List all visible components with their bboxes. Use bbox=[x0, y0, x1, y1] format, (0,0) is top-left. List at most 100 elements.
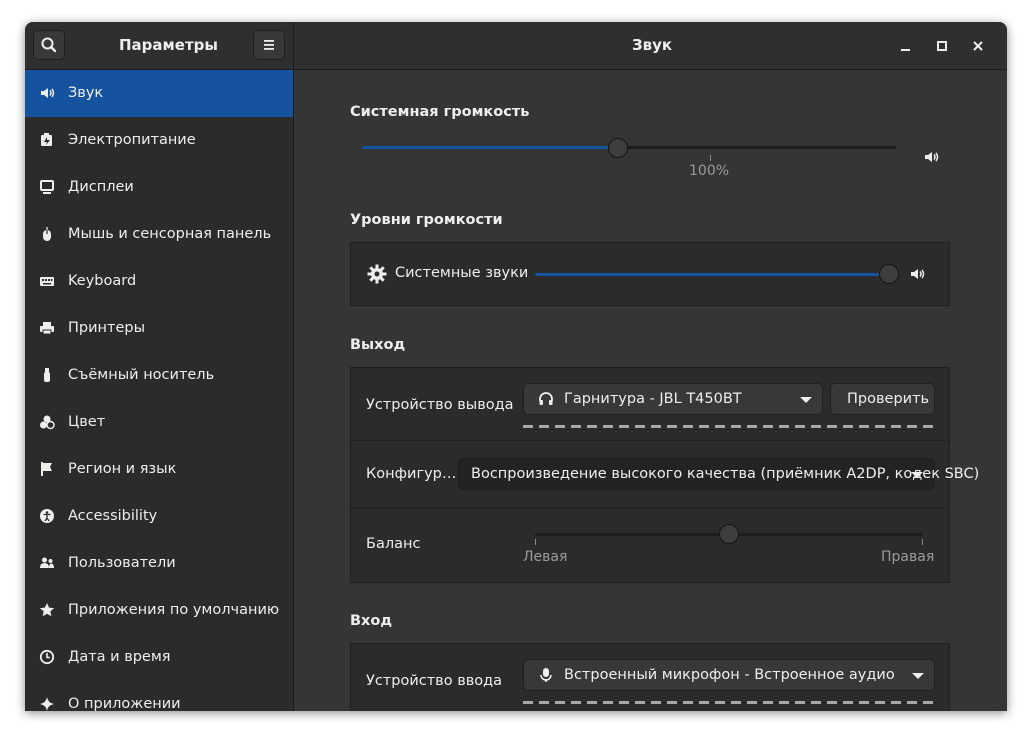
configuration-label: Конфигур… bbox=[366, 466, 457, 482]
sidebar-item-region[interactable]: Регион и язык bbox=[25, 446, 293, 493]
sidebar-item-color[interactable]: Цвет bbox=[25, 399, 293, 446]
slider-knob[interactable] bbox=[719, 524, 739, 544]
slider-fill bbox=[535, 273, 889, 276]
sidebar-item-label: Регион и язык bbox=[68, 461, 177, 477]
volume-levels-frame: Системные звуки bbox=[350, 242, 950, 306]
sidebar-item-label: О приложении bbox=[68, 696, 181, 711]
sound-panel: Системная громкость 100% Уровни громкост… bbox=[294, 70, 1007, 711]
balance-left-label: Левая bbox=[523, 549, 568, 565]
printer-icon bbox=[40, 322, 54, 335]
chevron-down-icon bbox=[800, 397, 812, 403]
input-device-label: Устройство ввода bbox=[366, 673, 503, 689]
balance-slider[interactable] bbox=[535, 522, 923, 572]
configuration-combo[interactable]: Воспроизведение высокого качества (приём… bbox=[458, 458, 979, 490]
users-icon bbox=[40, 557, 54, 568]
test-button[interactable]: Проверить bbox=[830, 383, 935, 415]
sidebar-item-about[interactable]: О приложении bbox=[25, 681, 293, 711]
volume-levels-title: Уровни громкости bbox=[350, 212, 503, 228]
input-level-meter bbox=[523, 701, 935, 704]
sidebar-item-label: Звук bbox=[68, 85, 104, 101]
sidebar-item-label: Приложения по умолчанию bbox=[68, 602, 280, 618]
input-frame: Устройство ввода Встроенный микрофон - В… bbox=[350, 643, 950, 711]
sidebar-item-label: Цвет bbox=[68, 414, 106, 430]
output-frame: Устройство вывода Гарнитура - JBL T450BT… bbox=[350, 367, 979, 583]
flag-icon bbox=[41, 462, 52, 476]
input-device-value: Встроенный микрофон - Встроенное аудио bbox=[564, 667, 895, 683]
output-level-meter bbox=[523, 425, 935, 428]
sidebar-item-label: Принтеры bbox=[68, 320, 146, 336]
sidebar-header: Параметры bbox=[25, 22, 294, 69]
headphones-icon bbox=[539, 392, 553, 405]
close-button[interactable] bbox=[968, 36, 988, 56]
sidebar-item-sound[interactable]: Звук bbox=[25, 70, 293, 117]
usb-icon bbox=[44, 368, 50, 382]
speaker-icon bbox=[41, 88, 55, 98]
balance-right-tick bbox=[922, 539, 923, 545]
output-title: Выход bbox=[350, 337, 406, 353]
gear-icon bbox=[367, 264, 387, 284]
sidebar-item-power[interactable]: Электропитание bbox=[25, 117, 293, 164]
balance-right-label: Правая bbox=[881, 549, 935, 565]
sidebar-item-label: Мышь и сенсорная панель bbox=[68, 226, 272, 242]
volume-speaker-icon bbox=[911, 269, 925, 279]
sidebar-item-printers[interactable]: Принтеры bbox=[25, 305, 293, 352]
color-icon bbox=[40, 415, 55, 430]
sidebar-item-displays[interactable]: Дисплеи bbox=[25, 164, 293, 211]
mouse-icon bbox=[43, 227, 51, 241]
row-separator bbox=[351, 508, 949, 509]
page-title: Звук bbox=[632, 36, 673, 54]
chevron-down-icon bbox=[912, 673, 924, 679]
sidebar-item-label: Съёмный носитель bbox=[68, 367, 215, 383]
system-sounds-label: Системные звуки bbox=[395, 265, 529, 281]
sidebar-item-removable-media[interactable]: Съёмный носитель bbox=[25, 352, 293, 399]
maximize-icon bbox=[937, 41, 947, 51]
maximize-button[interactable] bbox=[932, 36, 952, 56]
menu-button[interactable] bbox=[253, 30, 285, 60]
hamburger-menu-icon bbox=[264, 40, 274, 50]
sidebar-item-label: Электропитание bbox=[68, 132, 196, 148]
sidebar-item-default-apps[interactable]: Приложения по умолчанию bbox=[25, 587, 293, 634]
sidebar-item-mouse[interactable]: Мышь и сенсорная панель bbox=[25, 211, 293, 258]
output-device-value: Гарнитура - JBL T450BT bbox=[564, 391, 742, 407]
sidebar-item-accessibility[interactable]: Accessibility bbox=[25, 493, 293, 540]
output-device-label: Устройство вывода bbox=[366, 397, 514, 413]
sidebar: Звук Электропитание Дисплеи Мышь и сенсо… bbox=[25, 70, 294, 711]
system-volume-title: Системная громкость bbox=[350, 104, 530, 120]
sidebar-item-label: Accessibility bbox=[68, 508, 158, 524]
balance-label: Баланс bbox=[366, 536, 421, 552]
slider-knob[interactable] bbox=[879, 264, 899, 284]
slider-mark-tick bbox=[710, 155, 711, 161]
sidebar-item-keyboard[interactable]: Keyboard bbox=[25, 258, 293, 305]
volume-speaker-icon bbox=[925, 152, 939, 162]
search-icon bbox=[41, 37, 57, 53]
sidebar-item-label: Keyboard bbox=[68, 273, 137, 289]
system-volume-slider[interactable]: 100% bbox=[362, 134, 896, 179]
star-icon bbox=[39, 603, 55, 617]
microphone-icon bbox=[540, 668, 552, 682]
sidebar-item-date-time[interactable]: Дата и время bbox=[25, 634, 293, 681]
configuration-value: Воспроизведение высокого качества (приём… bbox=[471, 466, 980, 482]
battery-icon bbox=[41, 133, 52, 146]
search-button[interactable] bbox=[33, 30, 65, 60]
sidebar-item-label: Дата и время bbox=[68, 649, 171, 665]
slider-knob[interactable] bbox=[608, 138, 628, 158]
keyboard-icon bbox=[40, 277, 54, 286]
sidebar-item-label: Дисплеи bbox=[68, 179, 134, 195]
sidebar-item-label: Пользователи bbox=[68, 555, 176, 571]
slider-fill bbox=[362, 146, 618, 149]
row-separator bbox=[351, 440, 949, 441]
slider-mark-label: 100% bbox=[689, 163, 730, 179]
minimize-button[interactable] bbox=[896, 36, 916, 56]
sidebar-item-users[interactable]: Пользователи bbox=[25, 540, 293, 587]
accessibility-icon bbox=[40, 509, 54, 523]
system-sounds-slider[interactable] bbox=[535, 263, 899, 287]
balance-left-tick bbox=[535, 539, 536, 545]
minimize-icon bbox=[901, 49, 910, 51]
input-title: Вход bbox=[350, 613, 393, 629]
input-device-combo[interactable]: Встроенный микрофон - Встроенное аудио bbox=[523, 659, 935, 691]
output-device-combo[interactable]: Гарнитура - JBL T450BT bbox=[523, 383, 823, 415]
clock-icon bbox=[39, 649, 55, 665]
sparkle-icon bbox=[40, 697, 54, 711]
display-icon bbox=[40, 180, 54, 194]
close-icon bbox=[973, 41, 983, 51]
